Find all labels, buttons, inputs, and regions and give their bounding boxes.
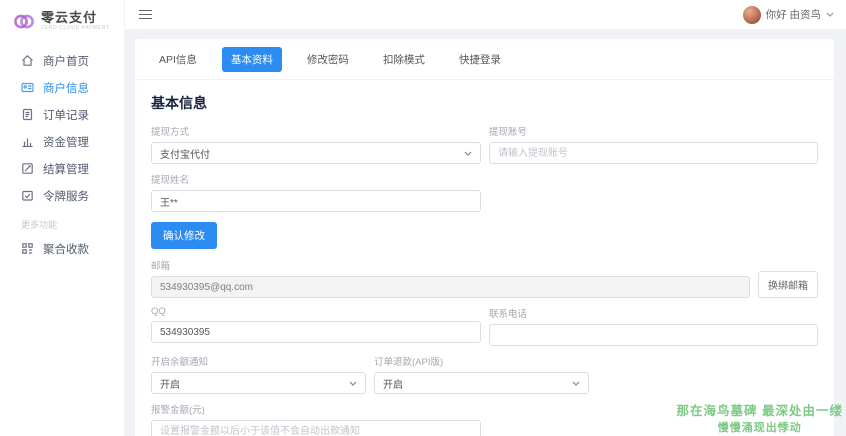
brand-tagline: ZERO CLOUD PAYMENT bbox=[41, 26, 109, 32]
sidebar-item-order-records[interactable]: 订单记录 bbox=[0, 101, 124, 128]
qq-label: QQ bbox=[151, 306, 481, 317]
sidebar-item-label: 订单记录 bbox=[43, 107, 89, 123]
chevron-down-icon bbox=[826, 12, 834, 17]
tab-basic-profile[interactable]: 基本资料 bbox=[222, 47, 282, 72]
sidebar-item-merchant-home[interactable]: 商户首页 bbox=[0, 47, 124, 74]
sidebar-item-label: 商户信息 bbox=[43, 80, 89, 96]
order-refund-label: 订单退款(API版) bbox=[374, 354, 589, 368]
withdraw-method-label: 提现方式 bbox=[151, 124, 481, 138]
box-check-icon bbox=[21, 189, 34, 202]
hamburger-menu-icon[interactable] bbox=[139, 10, 152, 19]
tab-bar: API信息 基本资料 修改密码 扣除模式 快捷登录 bbox=[135, 39, 834, 80]
balance-notify-value: 开启 bbox=[160, 376, 180, 391]
order-refund-value: 开启 bbox=[383, 376, 403, 391]
tab-api-info[interactable]: API信息 bbox=[150, 47, 206, 72]
chevron-down-icon bbox=[464, 151, 472, 156]
tab-deduction-mode[interactable]: 扣除模式 bbox=[374, 47, 434, 72]
home-icon bbox=[21, 54, 34, 67]
sidebar-section-label: 更多功能 bbox=[0, 209, 124, 235]
sidebar: 零云支付 ZERO CLOUD PAYMENT 商户首页 bbox=[0, 0, 125, 436]
brand-logo-icon bbox=[13, 13, 35, 30]
balance-notify-label: 开启余额通知 bbox=[151, 354, 366, 368]
app-root: 零云支付 ZERO CLOUD PAYMENT 商户首页 bbox=[0, 0, 846, 436]
sidebar-item-fund-management[interactable]: 资金管理 bbox=[0, 128, 124, 155]
bar-chart-icon bbox=[21, 135, 34, 148]
user-card-icon bbox=[21, 81, 34, 94]
topbar: 你好 由资鸟 bbox=[125, 0, 846, 30]
change-email-button[interactable]: 换绑邮箱 bbox=[758, 271, 818, 298]
sidebar-item-label: 资金管理 bbox=[43, 134, 89, 150]
chevron-down-icon bbox=[349, 381, 357, 386]
sidebar-item-label: 聚合收款 bbox=[43, 241, 89, 257]
avatar bbox=[743, 6, 761, 24]
withdraw-account-input[interactable] bbox=[489, 142, 818, 164]
basic-info-form: 基本信息 提现方式 支付宝代付 bbox=[135, 80, 834, 436]
sidebar-menu: 商户首页 商户信息 订单记录 bbox=[0, 42, 124, 262]
withdraw-method-select[interactable]: 支付宝代付 bbox=[151, 142, 481, 164]
user-menu[interactable]: 你好 由资鸟 bbox=[743, 6, 834, 24]
sidebar-item-token-service[interactable]: 令牌服务 bbox=[0, 182, 124, 209]
merchant-info-card: API信息 基本资料 修改密码 扣除模式 快捷登录 基本信息 提现方式 支付宝代… bbox=[135, 39, 834, 436]
phone-label: 联系电话 bbox=[489, 306, 818, 320]
page-title: 基本信息 bbox=[151, 93, 818, 113]
order-refund-select[interactable]: 开启 bbox=[374, 372, 589, 394]
sidebar-item-settlement-management[interactable]: 结算管理 bbox=[0, 155, 124, 182]
tab-quick-login[interactable]: 快捷登录 bbox=[450, 47, 510, 72]
content-area: API信息 基本资料 修改密码 扣除模式 快捷登录 基本信息 提现方式 支付宝代… bbox=[125, 30, 846, 436]
sidebar-item-label: 商户首页 bbox=[43, 53, 89, 69]
withdraw-method-value: 支付宝代付 bbox=[160, 146, 210, 161]
brand-name: 零云支付 bbox=[41, 11, 109, 25]
email-label: 邮箱 bbox=[151, 258, 750, 272]
withdraw-name-input[interactable] bbox=[151, 190, 481, 212]
withdraw-account-label: 提现账号 bbox=[489, 124, 818, 138]
sidebar-item-merchant-info[interactable]: 商户信息 bbox=[0, 74, 124, 101]
confirm-modify-button[interactable]: 确认修改 bbox=[151, 222, 217, 249]
sidebar-item-label: 令牌服务 bbox=[43, 188, 89, 204]
document-icon bbox=[21, 108, 34, 121]
qq-input[interactable] bbox=[151, 321, 481, 343]
phone-input[interactable] bbox=[489, 324, 818, 346]
email-field[interactable] bbox=[151, 276, 750, 298]
sidebar-item-label: 结算管理 bbox=[43, 161, 89, 177]
alert-amount-label: 报警金额(元) bbox=[151, 402, 481, 416]
sidebar-item-aggregate-collection[interactable]: 聚合收款 bbox=[0, 235, 124, 262]
alert-amount-input[interactable] bbox=[151, 420, 481, 436]
logo: 零云支付 ZERO CLOUD PAYMENT bbox=[0, 0, 124, 42]
main-column: 你好 由资鸟 API信息 基本资料 修改密码 扣除模式 快捷登录 基本信息 bbox=[125, 0, 846, 436]
balance-notify-select[interactable]: 开启 bbox=[151, 372, 366, 394]
withdraw-name-label: 提现姓名 bbox=[151, 172, 481, 186]
tab-change-password[interactable]: 修改密码 bbox=[298, 47, 358, 72]
chevron-down-icon bbox=[572, 381, 580, 386]
edit-icon bbox=[21, 162, 34, 175]
qr-code-icon bbox=[21, 242, 34, 255]
user-greeting: 你好 由资鸟 bbox=[766, 7, 821, 22]
